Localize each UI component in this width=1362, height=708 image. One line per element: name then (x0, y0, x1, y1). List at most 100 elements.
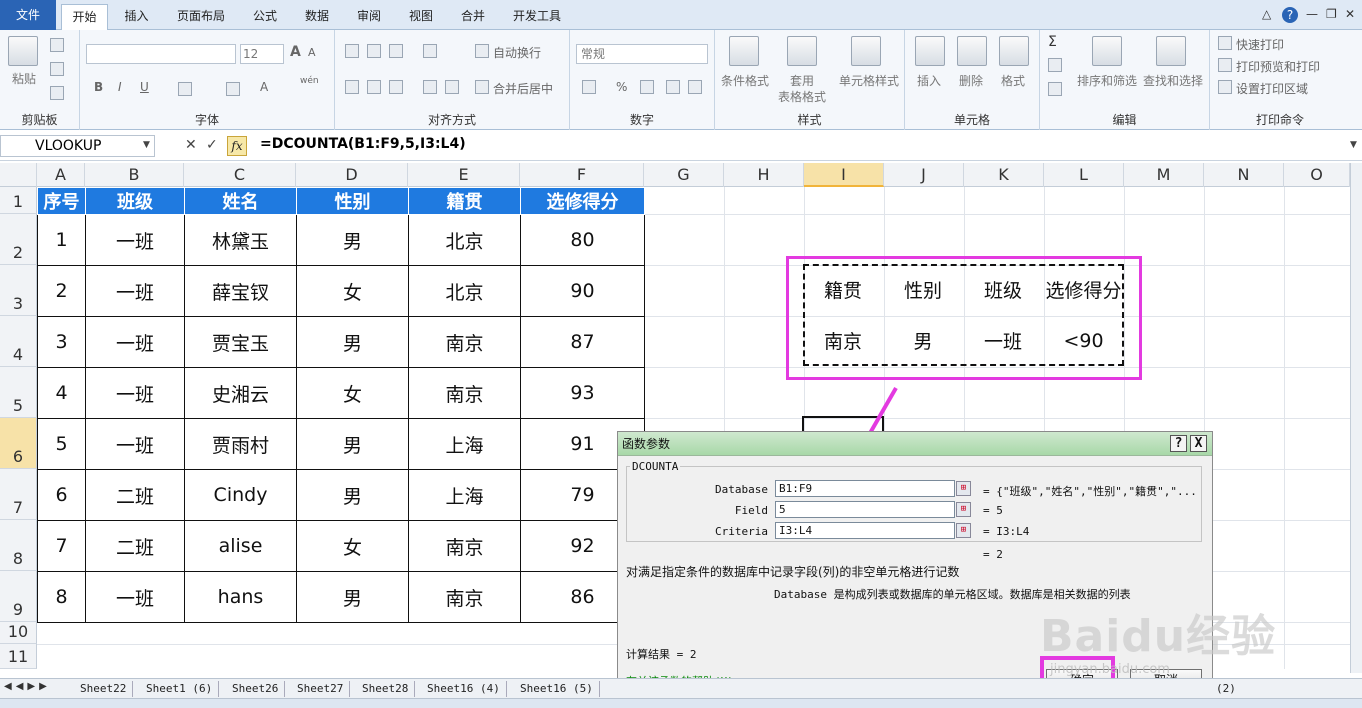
col-header-j[interactable]: J (884, 163, 964, 187)
table-cell[interactable]: 93 (520, 367, 645, 419)
select-all-corner[interactable] (0, 163, 37, 187)
format-painter-icon[interactable] (50, 86, 64, 100)
dialog-help-button[interactable]: ? (1170, 435, 1187, 452)
wrap-text-label[interactable]: 自动换行 (493, 44, 541, 61)
row-header-7[interactable]: 7 (0, 469, 37, 520)
table-cell[interactable]: 2 (37, 265, 86, 317)
table-cell[interactable]: 一班 (85, 571, 185, 623)
underline-button[interactable]: U (140, 80, 149, 94)
quick-print-label[interactable]: 快速打印 (1236, 36, 1284, 53)
quick-print-icon[interactable] (1218, 36, 1232, 50)
sheet-tab[interactable]: Sheet1 (6) (140, 681, 220, 697)
table-cell[interactable]: 北京 (408, 265, 521, 317)
cell-styles-icon[interactable] (851, 36, 881, 66)
row-header-2[interactable]: 2 (0, 214, 37, 265)
row-header-9[interactable]: 9 (0, 571, 37, 622)
cell-styles-label[interactable]: 单元格样式 (833, 72, 905, 89)
table-cell[interactable]: 二班 (85, 520, 185, 572)
table-cell[interactable]: 女 (296, 520, 409, 572)
decrease-indent-icon[interactable] (423, 80, 437, 94)
arg-input-field[interactable]: 5 (775, 501, 955, 518)
table-cell[interactable]: 林黛玉 (184, 214, 297, 266)
row-header-4[interactable]: 4 (0, 316, 37, 367)
align-top-icon[interactable] (345, 44, 359, 58)
orientation-icon[interactable] (423, 44, 437, 58)
name-box-dropdown-icon[interactable]: ▼ (143, 140, 150, 150)
tab-data[interactable]: 数据 (296, 4, 338, 30)
row-header-5[interactable]: 5 (0, 367, 37, 418)
col-header-a[interactable]: A (37, 163, 85, 187)
sheet-tab[interactable]: Sheet27 (291, 681, 351, 697)
copy-icon[interactable] (50, 62, 64, 76)
wrap-text-icon[interactable] (475, 44, 489, 58)
print-preview-icon[interactable] (1218, 58, 1232, 72)
expand-formula-icon[interactable]: ▼ (1350, 140, 1357, 150)
print-area-icon[interactable] (1218, 80, 1232, 94)
col-header-i[interactable]: I (804, 163, 884, 187)
table-cell[interactable]: 南京 (408, 571, 521, 623)
col-header-b[interactable]: B (85, 163, 184, 187)
table-cell[interactable]: 一班 (85, 265, 185, 317)
tab-review[interactable]: 审阅 (348, 4, 390, 30)
conditional-format-icon[interactable] (729, 36, 759, 66)
table-cell[interactable]: 南京 (408, 520, 521, 572)
dialog-title[interactable]: 函数参数 (618, 432, 1212, 456)
row-header-11[interactable]: 11 (0, 644, 37, 669)
grow-font-button[interactable]: A (290, 44, 301, 60)
table-cell[interactable]: Cindy (184, 469, 297, 521)
row-header-1[interactable]: 1 (0, 187, 37, 214)
table-cell[interactable]: 男 (296, 418, 409, 470)
sheet-tab[interactable]: Sheet16 (4) (421, 681, 507, 697)
table-cell[interactable]: 女 (296, 265, 409, 317)
table-cell[interactable]: 8 (37, 571, 86, 623)
paste-icon[interactable] (8, 36, 38, 66)
header-cell-gender[interactable]: 性别 (296, 187, 409, 215)
collapse-dialog-icon[interactable]: ⊞ (956, 481, 971, 496)
sort-filter-label[interactable]: 排序和筛选 (1072, 72, 1142, 89)
delete-cells-label[interactable]: 删除 (951, 72, 991, 89)
insert-cells-label[interactable]: 插入 (909, 72, 949, 89)
conditional-format-label[interactable]: 条件格式 (715, 72, 775, 89)
sheet-tab[interactable]: Sheet26 (226, 681, 286, 697)
arg-input-database[interactable]: B1:F9 (775, 480, 955, 497)
table-cell[interactable]: 南京 (408, 367, 521, 419)
collapse-dialog-icon[interactable]: ⊞ (956, 502, 971, 517)
table-cell[interactable]: 90 (520, 265, 645, 317)
header-cell-seq[interactable]: 序号 (37, 187, 86, 215)
arg-input-criteria[interactable]: I3:L4 (775, 522, 955, 539)
table-cell[interactable]: 男 (296, 571, 409, 623)
find-select-icon[interactable] (1156, 36, 1186, 66)
sheet-tab[interactable]: Sheet16 (5) (514, 681, 600, 697)
vertical-scrollbar[interactable] (1350, 163, 1362, 673)
row-header-6[interactable]: 6 (0, 418, 37, 469)
italic-button[interactable]: I (118, 80, 122, 94)
table-cell[interactable]: 80 (520, 214, 645, 266)
tab-home[interactable]: 开始 (61, 4, 108, 31)
find-select-label[interactable]: 查找和选择 (1140, 72, 1206, 89)
font-color-button[interactable]: A (260, 80, 268, 94)
comma-style-icon[interactable] (640, 80, 654, 94)
format-cells-label[interactable]: 格式 (993, 72, 1033, 89)
col-header-e[interactable]: E (408, 163, 520, 187)
confirm-entry-icon[interactable]: ✓ (206, 137, 218, 153)
table-cell[interactable]: 北京 (408, 214, 521, 266)
help-icon[interactable]: ? (1282, 7, 1298, 23)
table-cell[interactable]: 上海 (408, 418, 521, 470)
fill-color-icon[interactable] (226, 82, 240, 96)
tab-file[interactable]: 文件 (0, 0, 56, 30)
minimize-ribbon-icon[interactable]: △ (1262, 7, 1271, 21)
increase-decimal-icon[interactable] (666, 80, 680, 94)
number-format-combo[interactable]: 常规 (576, 44, 708, 64)
table-cell[interactable]: 一班 (85, 316, 185, 368)
table-cell[interactable]: 4 (37, 367, 86, 419)
col-header-l[interactable]: L (1044, 163, 1124, 187)
clear-icon[interactable] (1048, 82, 1062, 96)
dialog-close-button[interactable]: X (1190, 435, 1207, 452)
sort-filter-icon[interactable] (1092, 36, 1122, 66)
col-header-g[interactable]: G (644, 163, 724, 187)
align-left-icon[interactable] (345, 80, 359, 94)
insert-cells-icon[interactable] (915, 36, 945, 66)
percent-button[interactable]: % (616, 80, 627, 94)
col-header-c[interactable]: C (184, 163, 296, 187)
col-header-h[interactable]: H (724, 163, 804, 187)
